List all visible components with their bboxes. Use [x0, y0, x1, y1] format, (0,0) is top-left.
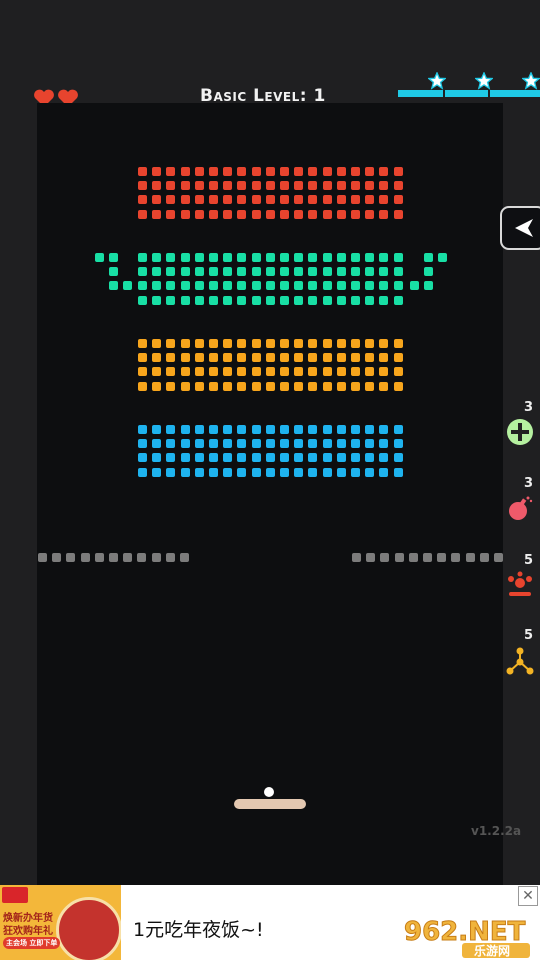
powerup-split[interactable]: 5: [503, 553, 537, 599]
logo-text: 962.NET: [404, 917, 526, 947]
logo-sub: 乐游网: [474, 943, 510, 958]
ad-close-button[interactable]: ✕: [518, 886, 538, 906]
back-button[interactable]: [500, 206, 540, 250]
fountain-icon: [508, 571, 532, 596]
bomb-icon: [509, 496, 533, 520]
powerup-bomb[interactable]: 3: [503, 476, 537, 522]
powerup-count: 5: [523, 553, 533, 568]
powerup-count: 3: [523, 400, 533, 415]
powerup-count: 5: [523, 628, 533, 643]
ad-image-line: 狂欢购年礼: [3, 926, 53, 937]
powerup-triple[interactable]: 5: [503, 628, 537, 676]
playfield[interactable]: [37, 103, 503, 885]
paddle[interactable]: [234, 799, 306, 809]
back-arrow-icon: [515, 219, 533, 237]
site-logo: 962.NET 乐游网: [404, 917, 530, 958]
ad-text[interactable]: 1元吃年夜饭~!: [133, 915, 264, 942]
star-icon: [475, 72, 493, 90]
star-icon: [522, 72, 540, 90]
level-progress-bar: [398, 90, 540, 97]
ad-badge: [2, 887, 28, 903]
food-plate-image: [56, 897, 121, 960]
ball: [264, 787, 274, 797]
powerup-count: 3: [523, 476, 533, 491]
plus-circle-icon: [507, 419, 533, 445]
star-icon: [428, 72, 446, 90]
powerup-extra-ball[interactable]: 3: [503, 400, 537, 446]
version-label: v1.2.2a: [471, 824, 522, 838]
ad-image-line: 主会场 立即下单: [3, 937, 61, 949]
molecule-icon: [506, 647, 534, 675]
ad-image[interactable]: 焕新办年货 狂欢购年礼 主会场 立即下单: [0, 885, 121, 960]
